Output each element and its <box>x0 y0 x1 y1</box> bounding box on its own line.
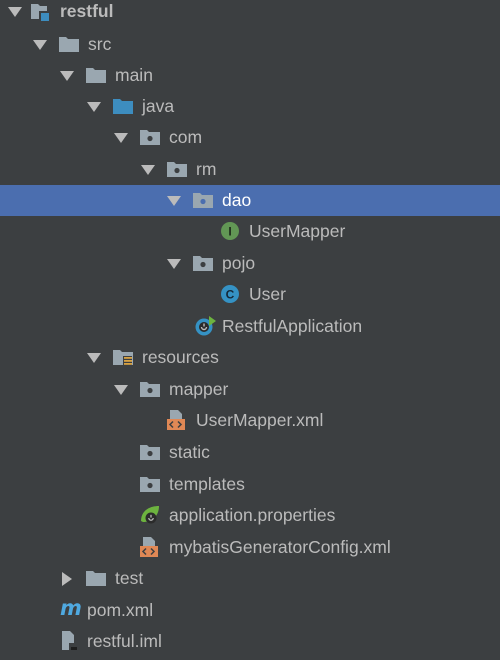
expand-arrow-icon[interactable] <box>114 131 128 145</box>
folder-icon <box>85 568 107 588</box>
class-badge-text: C <box>226 288 235 302</box>
spring-boot-app-icon <box>194 316 216 336</box>
expand-arrow-icon[interactable] <box>167 194 181 208</box>
tree-node-templates[interactable]: templates <box>0 469 500 500</box>
interface-icon: I <box>220 221 242 241</box>
package-icon <box>192 190 214 210</box>
source-root-folder-icon <box>112 96 134 116</box>
project-tree: restful src main java com rm dao I UserM… <box>0 0 500 660</box>
folder-icon <box>139 474 161 494</box>
tree-node-usermapper[interactable]: I UserMapper <box>0 216 500 247</box>
tree-node-com[interactable]: com <box>0 122 500 153</box>
tree-node-label: pom.xml <box>87 600 154 620</box>
module-folder-icon <box>30 1 52 21</box>
folder-icon <box>85 65 107 85</box>
expand-arrow-icon[interactable] <box>141 163 155 177</box>
tree-node-label: src <box>88 34 112 54</box>
tree-node-src[interactable]: src <box>0 29 500 60</box>
expand-arrow-icon[interactable] <box>167 257 181 271</box>
interface-badge-text: I <box>228 225 231 239</box>
tree-node-dao[interactable]: dao <box>0 185 500 216</box>
tree-node-label: static <box>169 442 210 462</box>
expand-arrow-icon[interactable] <box>114 383 128 397</box>
maven-glyph: m <box>60 596 82 620</box>
tree-node-pom-xml[interactable]: m pom.xml <box>0 595 500 626</box>
expand-arrow-icon[interactable] <box>87 100 101 114</box>
folder-icon <box>139 442 161 462</box>
folder-icon <box>58 34 80 54</box>
tree-node-label: RestfulApplication <box>222 316 363 336</box>
tree-node-label: restful <box>60 1 114 21</box>
xml-file-icon <box>139 537 161 557</box>
resources-root-icon <box>112 347 134 367</box>
tree-node-label: resources <box>142 347 219 367</box>
tree-node-label: java <box>142 96 175 116</box>
package-icon <box>192 253 214 273</box>
tree-node-label: templates <box>169 474 245 494</box>
package-icon <box>166 159 188 179</box>
tree-node-resources[interactable]: resources <box>0 342 500 373</box>
xml-file-icon <box>166 410 188 430</box>
tree-node-label: rm <box>196 159 217 179</box>
collapse-arrow-icon[interactable] <box>60 572 74 586</box>
tree-node-restful[interactable]: restful <box>0 0 500 27</box>
tree-node-label: User <box>249 284 286 304</box>
tree-node-label: restful.iml <box>87 631 162 651</box>
maven-icon: m <box>59 596 82 620</box>
tree-node-label: main <box>115 65 153 85</box>
tree-node-mybatis-generator-config[interactable]: mybatisGeneratorConfig.xml <box>0 532 500 563</box>
tree-node-pojo[interactable]: pojo <box>0 248 500 279</box>
tree-node-label: UserMapper.xml <box>196 410 324 430</box>
tree-node-label: test <box>115 568 144 588</box>
tree-node-mapper[interactable]: mapper <box>0 374 500 405</box>
tree-node-restful-iml[interactable]: restful.iml <box>0 626 500 657</box>
tree-node-label: com <box>169 127 203 147</box>
tree-node-label: dao <box>222 190 252 210</box>
package-icon <box>139 127 161 147</box>
expand-arrow-icon[interactable] <box>33 38 47 52</box>
expand-arrow-icon[interactable] <box>87 351 101 365</box>
tree-node-user[interactable]: C User <box>0 279 500 310</box>
tree-node-static[interactable]: static <box>0 437 500 468</box>
tree-node-label: mybatisGeneratorConfig.xml <box>169 537 391 557</box>
tree-node-application-properties[interactable]: application.properties <box>0 500 500 531</box>
expand-arrow-icon[interactable] <box>8 5 22 19</box>
tree-node-restfulapplication[interactable]: RestfulApplication <box>0 311 500 342</box>
class-icon: C <box>220 284 242 304</box>
tree-node-main[interactable]: main <box>0 60 500 91</box>
tree-node-rm[interactable]: rm <box>0 154 500 185</box>
tree-node-label: mapper <box>169 379 229 399</box>
tree-node-java[interactable]: java <box>0 91 500 122</box>
expand-arrow-icon[interactable] <box>60 69 74 83</box>
spring-properties-icon <box>139 505 161 525</box>
tree-node-usermapper-xml[interactable]: UserMapper.xml <box>0 405 500 436</box>
tree-node-label: pojo <box>222 253 256 273</box>
iml-file-icon <box>60 631 82 651</box>
package-icon <box>139 379 161 399</box>
tree-node-label: UserMapper <box>249 221 346 241</box>
tree-node-test[interactable]: test <box>0 563 500 594</box>
tree-node-label: application.properties <box>169 505 336 525</box>
